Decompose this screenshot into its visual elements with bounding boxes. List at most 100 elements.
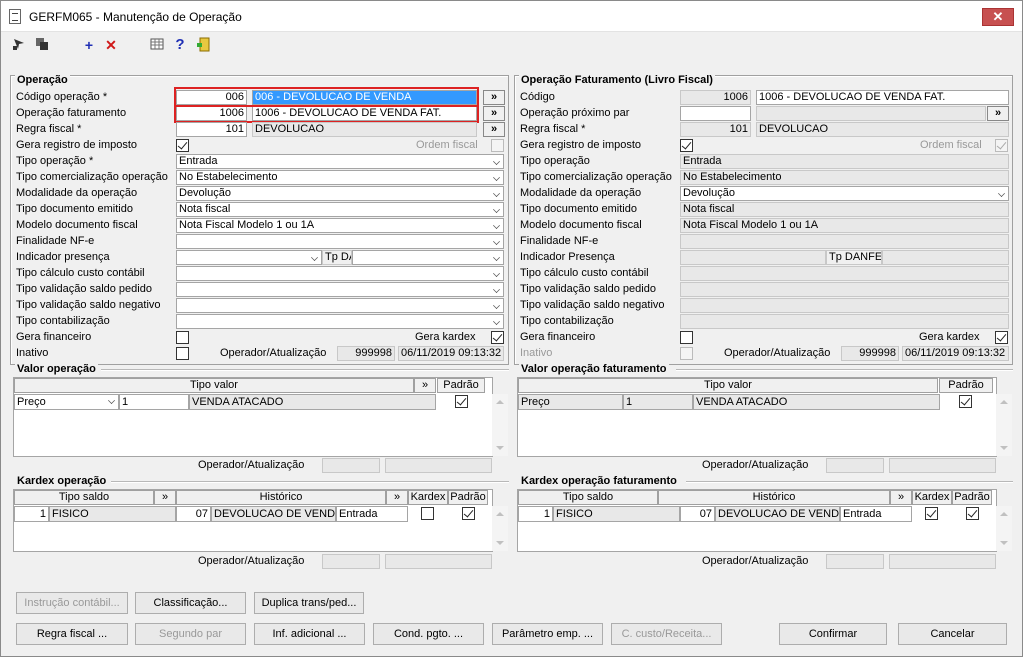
r-regra-desc: DEVOLUCAO xyxy=(756,122,1009,137)
r-finalidade-value xyxy=(680,234,1009,249)
chevron-down-icon xyxy=(493,222,500,229)
scroll-up-icon xyxy=(1000,512,1008,516)
gera-fin-checkbox[interactable] xyxy=(176,331,189,344)
close-button[interactable]: ✕ xyxy=(982,8,1014,26)
r-kardex-row-cod[interactable]: 1 xyxy=(518,506,553,522)
chevron-down-icon xyxy=(108,397,115,404)
r-kardex-row-padrao-checkbox[interactable] xyxy=(966,507,979,520)
gera-reg-checkbox[interactable] xyxy=(176,139,189,152)
r-kardex-row-hcod[interactable]: 07 xyxy=(680,506,715,522)
indicador-select[interactable] xyxy=(176,250,322,265)
scroll-down-icon xyxy=(1000,446,1008,450)
fat-label: Operação faturamento xyxy=(16,107,127,119)
r-modelo-value: Nota Fiscal Modelo 1 ou 1A xyxy=(680,218,1009,233)
r-proximo-lookup-button[interactable]: » xyxy=(987,106,1009,121)
chevron-down-icon xyxy=(493,238,500,245)
title-bar: GERFM065 - Manutenção de Operação ✕ xyxy=(1,1,1022,32)
kardex-operador-value xyxy=(322,554,380,569)
r-kardex-col-kardex: Kardex xyxy=(912,490,952,505)
valor-col-arrow[interactable]: » xyxy=(414,378,436,393)
kardex-row-padrao-checkbox[interactable] xyxy=(462,507,475,520)
exit-door-icon[interactable] xyxy=(196,37,212,53)
r-kardex-scrollbar[interactable] xyxy=(996,506,1012,551)
tipo-com-select[interactable]: No Estabelecimento xyxy=(176,170,504,185)
chevron-down-icon xyxy=(493,190,500,197)
saldo-pedido-select[interactable] xyxy=(176,282,504,297)
chevron-down-icon xyxy=(493,174,500,181)
regra-input[interactable]: 101 xyxy=(176,122,247,137)
r-valor-col-tipo: Tipo valor xyxy=(518,378,938,393)
kardex-row-cod[interactable]: 1 xyxy=(14,506,49,522)
r-inativo-checkbox xyxy=(680,347,693,360)
modelo-select[interactable]: Nota Fiscal Modelo 1 ou 1A xyxy=(176,218,504,233)
regra-fiscal-button[interactable]: Regra fiscal ... xyxy=(16,623,128,645)
valor-row-cod[interactable]: 1 xyxy=(119,394,189,410)
r-gera-kardex-checkbox[interactable] xyxy=(995,331,1008,344)
r-modal-select[interactable]: Devolução xyxy=(680,186,1009,201)
finalidade-select[interactable] xyxy=(176,234,504,249)
confirmar-button[interactable]: Confirmar xyxy=(779,623,887,645)
saldo-neg-label: Tipo validação saldo negativo xyxy=(16,299,161,311)
r-valor-operador-label: Operador/Atualização xyxy=(702,459,809,471)
r-kardex-operador-value xyxy=(826,554,884,569)
r-gera-fin-checkbox[interactable] xyxy=(680,331,693,344)
tp-danfe-select[interactable] xyxy=(352,250,504,265)
r-kardex-data-value xyxy=(889,554,996,569)
r-valor-scrollbar[interactable] xyxy=(996,394,1012,456)
classificacao-button[interactable]: Classificação... xyxy=(135,592,246,614)
kardex-data-value xyxy=(385,554,492,569)
kardex-row-kardex-checkbox[interactable] xyxy=(421,507,434,520)
r-kardex-row-tipo[interactable]: Entrada xyxy=(840,506,912,522)
operador-label: Operador/Atualização xyxy=(220,347,327,359)
regra-lookup-button[interactable]: » xyxy=(483,122,505,137)
select-arrow-icon[interactable] xyxy=(11,37,27,53)
r-proximo-input[interactable] xyxy=(680,106,751,121)
saldo-neg-select[interactable] xyxy=(176,298,504,313)
valor-row-padrao-checkbox[interactable] xyxy=(455,395,468,408)
kardex-scrollbar[interactable] xyxy=(492,506,508,551)
regra-desc: DEVOLUCAO xyxy=(252,122,477,137)
valor-scrollbar[interactable] xyxy=(492,394,508,456)
cond-pgto-button[interactable]: Cond. pgto. ... xyxy=(373,623,484,645)
grid-icon[interactable] xyxy=(149,37,165,53)
ordem-label: Ordem fiscal xyxy=(416,139,478,151)
kardex-operador-label: Operador/Atualização xyxy=(198,555,305,567)
duplica-button[interactable]: Duplica trans/ped... xyxy=(254,592,364,614)
contab-select[interactable] xyxy=(176,314,504,329)
valor-row-tipo[interactable]: Preço xyxy=(14,394,119,410)
kardex-row-tipo[interactable]: Entrada xyxy=(336,506,408,522)
valor-col-padrao: Padrão xyxy=(437,378,485,393)
r-codigo-desc[interactable]: 1006 - DEVOLUCAO DE VENDA FAT. xyxy=(756,90,1009,105)
tipo-op-select[interactable]: Entrada xyxy=(176,154,504,169)
r-inativo-label: Inativo xyxy=(520,347,553,359)
inf-adicional-button[interactable]: Inf. adicional ... xyxy=(254,623,365,645)
r-valor-row-padrao-checkbox[interactable] xyxy=(959,395,972,408)
parametro-emp-button[interactable]: Parâmetro emp. ... xyxy=(492,623,603,645)
help-icon[interactable]: ? xyxy=(172,37,188,53)
delete-icon[interactable]: ✕ xyxy=(103,37,119,53)
kardex-col-saldo-arrow[interactable]: » xyxy=(154,490,176,505)
copy-icon[interactable] xyxy=(34,37,50,53)
fat-lookup-button[interactable]: » xyxy=(483,106,505,121)
modelo-label: Modelo documento fiscal xyxy=(16,219,138,231)
r-kardex-row-kardex-checkbox[interactable] xyxy=(925,507,938,520)
r-gera-reg-checkbox[interactable] xyxy=(680,139,693,152)
codigo-lookup-button[interactable]: » xyxy=(483,90,505,105)
cancelar-button[interactable]: Cancelar xyxy=(898,623,1007,645)
custo-select[interactable] xyxy=(176,266,504,281)
r-kardex-col-hist-arrow[interactable]: » xyxy=(890,490,912,505)
kardex-col-kardex: Kardex xyxy=(408,490,448,505)
kardex-row-hcod[interactable]: 07 xyxy=(176,506,211,522)
kardex-divider xyxy=(111,481,509,483)
r-tipo-op-value: Entrada xyxy=(680,154,1009,169)
scroll-down-icon xyxy=(496,446,504,450)
gera-kardex-checkbox[interactable] xyxy=(491,331,504,344)
inativo-checkbox[interactable] xyxy=(176,347,189,360)
kardex-col-hist-arrow[interactable]: » xyxy=(386,490,408,505)
tipo-doc-select[interactable]: Nota fiscal xyxy=(176,202,504,217)
modal-select[interactable]: Devolução xyxy=(176,186,504,201)
add-icon[interactable]: + xyxy=(81,37,97,53)
r-valor-data-value xyxy=(889,458,996,473)
r-indicador-value xyxy=(680,250,826,265)
gera-kardex-label: Gera kardex xyxy=(415,331,476,343)
